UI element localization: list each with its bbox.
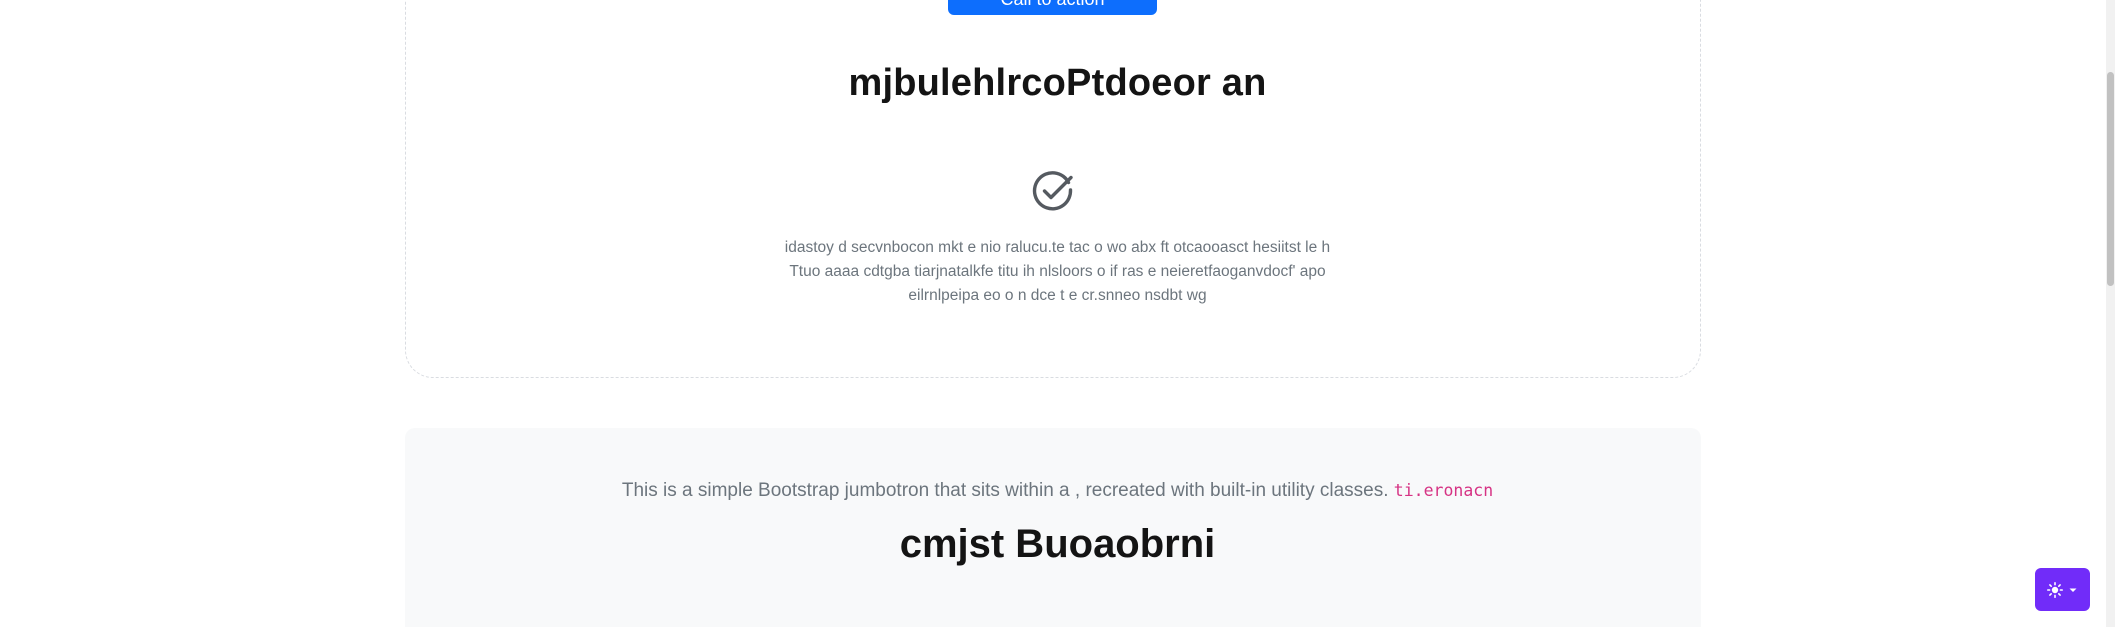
card-description-line: eilrnlpeipa eo o n dce t e cr.snneo nsdb… — [908, 287, 1207, 304]
sun-icon — [2047, 581, 2063, 598]
call-to-action-button[interactable]: Call to action — [948, 0, 1157, 15]
scrollbar-thumb[interactable] — [2107, 72, 2114, 286]
jumbotron-title: cmjst Buoaobrni — [899, 522, 1216, 566]
jumbotron-code: ti.eronacn — [1393, 481, 1494, 500]
theme-toggle-button[interactable] — [2035, 568, 2090, 611]
page: Call to action mjbulehlrcoPtdoeor an ida… — [0, 0, 2115, 627]
check-circle-icon — [1032, 171, 1073, 211]
jumbotron-lead: This is a simple Bootstrap jumbotron tha… — [0, 480, 2115, 502]
scrollbar-track[interactable] — [2106, 0, 2115, 627]
chevron-down-icon — [2069, 588, 2077, 592]
card-title: mjbulehlrcoPtdoeor an — [848, 62, 1267, 104]
jumbotron-lead-text: This is a simple Bootstrap jumbotron tha… — [621, 480, 1389, 501]
card-description-line: idastoy d secvnbocon mkt e nio ralucu.te… — [784, 239, 1331, 256]
card-description: idastoy d secvnbocon mkt e nio ralucu.te… — [0, 236, 2115, 308]
card-description-line: Ttuo aaaa cdtgba tiarjnatalkfe titu ih n… — [789, 263, 1326, 280]
